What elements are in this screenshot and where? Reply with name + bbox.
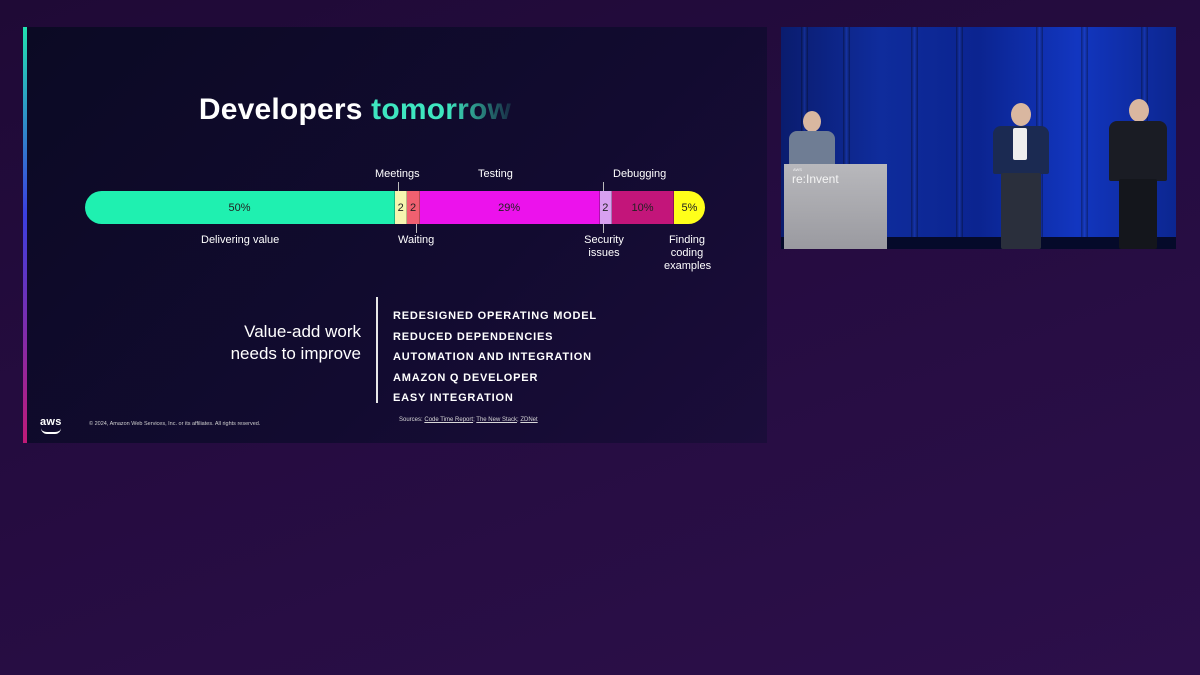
source-link-code-time-report[interactable]: Code Time Report bbox=[424, 417, 473, 423]
tick-debugging bbox=[603, 182, 604, 191]
label-testing: Testing bbox=[478, 168, 513, 180]
value-add-heading: Value-add work needs to improve bbox=[230, 322, 361, 363]
label-meetings: Meetings bbox=[375, 168, 420, 180]
bar-segment: 2 bbox=[395, 191, 408, 224]
presentation-slide: Developers tomorrow Meetings Testing Deb… bbox=[23, 27, 767, 443]
bar-segment: 2 bbox=[407, 191, 420, 224]
list-item: AUTOMATION AND INTEGRATION bbox=[393, 351, 592, 364]
list-item: REDUCED DEPENDENCIES bbox=[393, 330, 554, 343]
label-finding-coding-examples: Finding coding examples bbox=[664, 234, 712, 272]
list-item: REDESIGNED OPERATING MODEL bbox=[393, 310, 597, 322]
aws-logo: aws bbox=[40, 416, 62, 428]
vertical-divider bbox=[376, 297, 378, 403]
speaker-video-feed: AWS re:Invent bbox=[781, 27, 1176, 249]
label-waiting: Waiting bbox=[398, 234, 435, 246]
bar-segment: 10% bbox=[611, 191, 674, 224]
bar-segment: 50% bbox=[85, 191, 395, 224]
podium: AWS re:Invent bbox=[784, 164, 887, 249]
podium-brand: re:Invent bbox=[792, 172, 839, 186]
tick-waiting bbox=[416, 224, 417, 233]
source-link-the-new-stack[interactable]: The New Stack bbox=[476, 417, 517, 423]
copyright-notice: © 2024, Amazon Web Services, Inc. or its… bbox=[89, 421, 261, 427]
tick-security bbox=[603, 224, 604, 233]
label-delivering-value: Delivering value bbox=[201, 234, 280, 246]
time-distribution-bar: 50% 2 2 29% 2 10% 5% bbox=[85, 191, 705, 224]
slide-title: Developers tomorrow bbox=[23, 93, 767, 127]
aws-smile-icon bbox=[41, 428, 61, 434]
improvement-list: REDESIGNED OPERATING MODEL REDUCED DEPEN… bbox=[393, 306, 597, 409]
label-debugging: Debugging bbox=[613, 168, 667, 180]
source-link-zdnet[interactable]: ZDNet bbox=[520, 417, 537, 423]
title-highlight: tomorrow bbox=[371, 93, 512, 126]
label-security-issues: Security issues bbox=[584, 234, 624, 259]
curtain-fold bbox=[1081, 27, 1088, 249]
list-item: EASY INTEGRATION bbox=[393, 392, 514, 405]
curtain-fold bbox=[956, 27, 963, 249]
list-item: AMAZON Q DEVELOPER bbox=[393, 371, 539, 384]
bar-segment: 5% bbox=[673, 191, 705, 224]
bar-segment: 29% bbox=[419, 191, 600, 224]
slide-accent-stripe bbox=[23, 27, 27, 443]
tick-meetings bbox=[398, 182, 399, 191]
title-main: Developers bbox=[198, 93, 363, 126]
curtain-fold bbox=[911, 27, 918, 249]
sources-line: Sources: Code Time Report; The New Stack… bbox=[399, 417, 538, 423]
bar-segment: 2 bbox=[599, 191, 612, 224]
